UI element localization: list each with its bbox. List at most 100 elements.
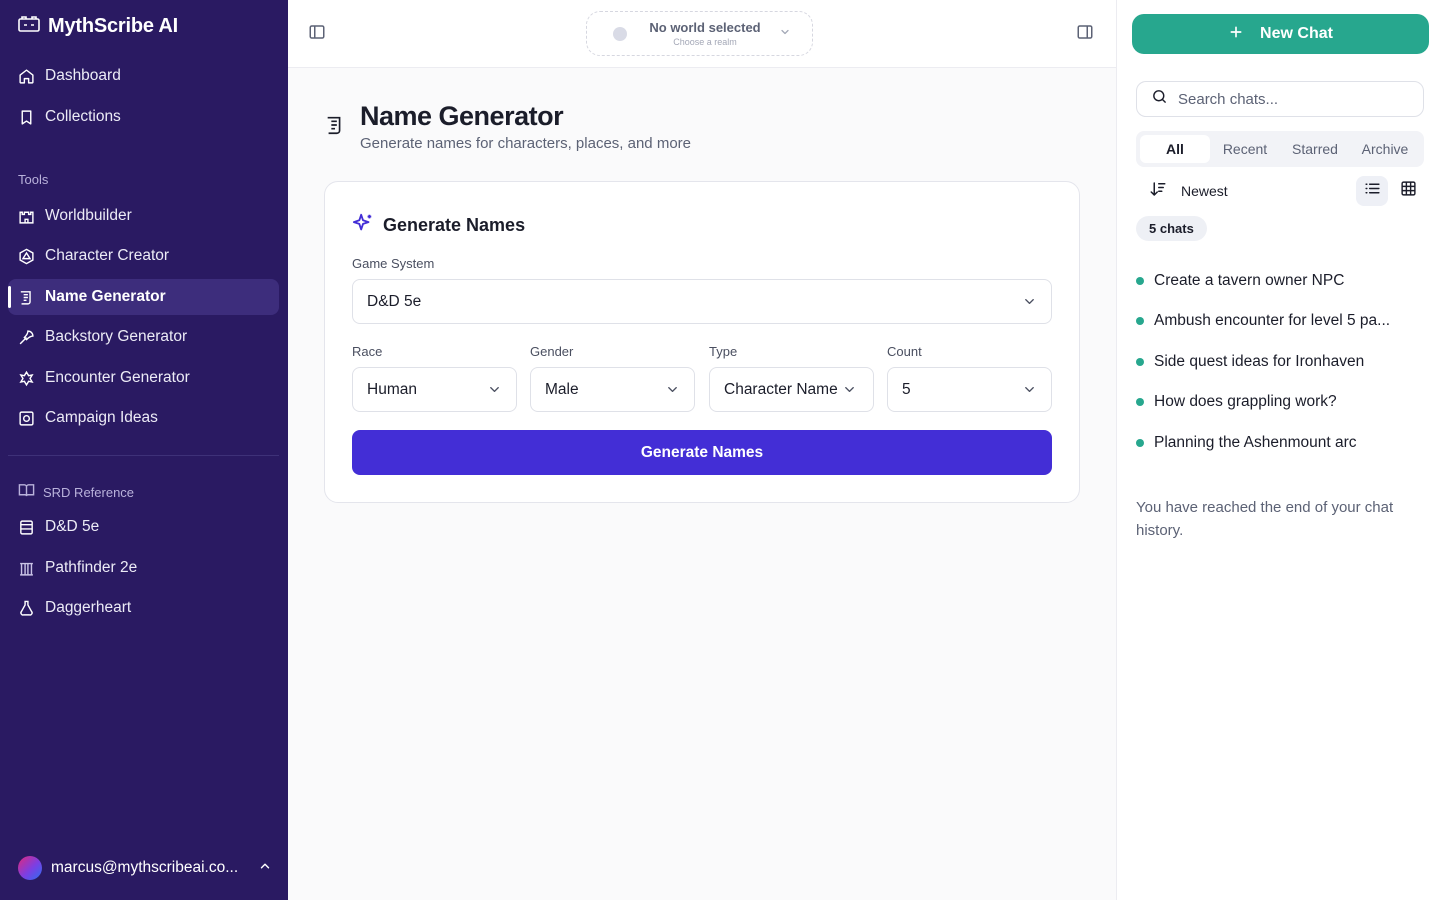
chevron-down-icon [487, 382, 502, 397]
user-email: marcus@mythscribeai.co... [51, 859, 239, 876]
type-select[interactable]: Character Name [709, 367, 874, 412]
sort-control[interactable]: Newest [1149, 180, 1228, 201]
type-label: Type [709, 344, 738, 359]
nav-item-character-creator[interactable]: Character Creator [8, 238, 279, 274]
nav-item-srd-dnd5e[interactable]: D&D 5e [8, 509, 279, 545]
search-input[interactable] [1178, 90, 1408, 108]
chevron-up-icon [258, 859, 272, 878]
chevron-down-icon [1022, 382, 1037, 397]
nav-item-name-generator[interactable]: Name Generator [8, 279, 279, 315]
dragon-icon [18, 370, 35, 387]
grid-view-button[interactable] [1392, 176, 1424, 206]
card-title: Generate Names [383, 215, 526, 235]
tome-icon [18, 519, 35, 536]
page-header: Name Generator Generate names for charac… [324, 100, 691, 152]
sidebar: MythScribe AI Dashboard Collections Tool… [0, 0, 288, 900]
count-label: Count [887, 344, 922, 359]
brand-logo-icon [18, 15, 40, 38]
status-dot [1136, 358, 1144, 366]
generate-names-button[interactable]: Generate Names [352, 430, 1052, 475]
brand-name: MythScribe AI [48, 14, 179, 37]
list-item[interactable]: Create a tavern owner NPC [1136, 266, 1426, 296]
nav-item-label: Dashboard [45, 67, 121, 84]
race-label: Race [352, 344, 383, 359]
chevron-down-icon [779, 25, 791, 43]
toggle-right-panel-button[interactable] [1074, 23, 1096, 45]
status-dot [1136, 277, 1144, 285]
scroll-icon [18, 289, 35, 306]
generate-names-card: Generate Names Game System D&D 5e Race H… [324, 181, 1080, 503]
nav-item-label: Character Creator [45, 247, 170, 264]
nav-item-label: Collections [45, 108, 121, 125]
potion-icon [18, 600, 35, 617]
srd-section-label: SRD Reference [18, 483, 134, 501]
game-system-select[interactable]: D&D 5e [352, 279, 1052, 324]
nav-item-label: Encounter Generator [45, 369, 190, 386]
panel-left-icon [308, 23, 326, 46]
scroll-icon [324, 114, 346, 152]
nav-item-label: Daggerheart [45, 599, 132, 616]
world-selector[interactable]: No world selected Choose a realm [586, 11, 813, 56]
list-icon [1364, 180, 1381, 202]
sort-descending-icon [1149, 180, 1167, 201]
nav-item-encounter-generator[interactable]: Encounter Generator [8, 360, 279, 396]
page-subtitle: Generate names for characters, places, a… [360, 135, 691, 152]
grid-icon [1400, 180, 1417, 202]
list-item[interactable]: Ambush encounter for level 5 pa... [1136, 306, 1426, 336]
nav-item-label: Campaign Ideas [45, 409, 158, 426]
avatar [18, 856, 42, 880]
chevron-down-icon [665, 382, 680, 397]
nav-item-campaign-ideas[interactable]: Campaign Ideas [8, 400, 279, 436]
nav-item-label: D&D 5e [45, 518, 100, 535]
nav-item-label: Name Generator [45, 288, 166, 305]
tab-starred[interactable]: Starred [1280, 135, 1350, 163]
tools-section-label: Tools [18, 172, 49, 187]
brand[interactable]: MythScribe AI [18, 14, 178, 38]
nav-item-srd-pathfinder[interactable]: Pathfinder 2e [8, 550, 279, 586]
nav-item-collections[interactable]: Collections [8, 99, 279, 135]
castle-icon [18, 208, 35, 225]
nav-item-dashboard[interactable]: Dashboard [8, 58, 279, 94]
game-system-label: Game System [352, 256, 435, 271]
chat-search[interactable] [1136, 81, 1424, 117]
chat-count-badge: 5 chats [1136, 216, 1207, 241]
tab-recent[interactable]: Recent [1210, 135, 1280, 163]
list-item[interactable]: Side quest ideas for Ironhaven [1136, 347, 1426, 377]
list-item[interactable]: Planning the Ashenmount arc [1136, 428, 1426, 458]
tab-archive[interactable]: Archive [1350, 135, 1420, 163]
tab-all[interactable]: All [1140, 135, 1210, 163]
book-open-icon [18, 483, 35, 501]
chat-panel: New Chat All Recent Starred Archive Newe… [1116, 0, 1440, 900]
nav-item-worldbuilder[interactable]: Worldbuilder [8, 198, 279, 234]
status-dot [1136, 317, 1144, 325]
search-icon [1151, 88, 1168, 110]
nav-item-label: Pathfinder 2e [45, 559, 138, 576]
panel-right-icon [1076, 23, 1094, 46]
nav-item-srd-daggerheart[interactable]: Daggerheart [8, 590, 279, 626]
page-title: Name Generator [360, 101, 564, 131]
status-dot [1136, 439, 1144, 447]
user-menu[interactable]: marcus@mythscribeai.co... [18, 855, 272, 881]
world-status-dot [613, 26, 627, 41]
chevron-down-icon [842, 382, 857, 397]
gender-select[interactable]: Male [530, 367, 695, 412]
list-view-button[interactable] [1356, 176, 1388, 206]
chevron-down-icon [1022, 294, 1037, 309]
nav-item-backstory-generator[interactable]: Backstory Generator [8, 319, 279, 355]
new-chat-button[interactable]: New Chat [1132, 14, 1429, 54]
pillars-icon [18, 560, 35, 577]
world-title: No world selected [649, 20, 761, 35]
toggle-left-sidebar-button[interactable] [306, 23, 328, 45]
quill-icon [18, 329, 35, 346]
gender-label: Gender [530, 344, 574, 359]
nav-item-label: Worldbuilder [45, 207, 132, 224]
nav-item-label: Backstory Generator [45, 328, 188, 345]
list-item[interactable]: How does grappling work? [1136, 387, 1426, 417]
home-icon [18, 68, 35, 85]
count-select[interactable]: 5 [887, 367, 1052, 412]
end-of-history-note: You have reached the end of your chat hi… [1136, 499, 1394, 539]
main-content: No world selected Choose a realm Name Ge… [288, 0, 1116, 900]
plus-icon [1228, 24, 1244, 45]
status-dot [1136, 398, 1144, 406]
race-select[interactable]: Human [352, 367, 517, 412]
